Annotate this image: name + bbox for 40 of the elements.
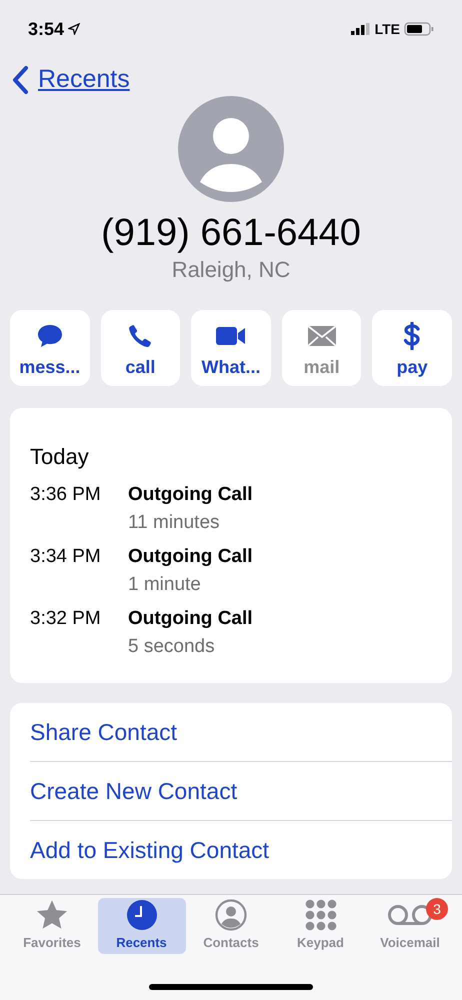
contact-option[interactable]: Share Contact [30, 703, 178, 761]
person-circle-icon [215, 898, 247, 930]
call-duration: 1 minute [128, 573, 202, 597]
location-arrow-icon [68, 23, 80, 35]
call-duration: 11 minutes [128, 511, 221, 535]
contact-option[interactable]: Add to Existing Contact [30, 821, 270, 879]
call-duration: 5 seconds [128, 635, 216, 659]
video-camera-icon [214, 324, 247, 346]
call-time: 3:34 PM [30, 545, 102, 569]
star-icon [35, 898, 69, 930]
envelope-icon [306, 324, 337, 346]
speech-bubble-icon [36, 322, 64, 348]
badge: 3 [426, 898, 448, 920]
call-type: Outgoing Call [128, 483, 253, 507]
back-link[interactable]: Recents [10, 61, 130, 99]
call-type: Outgoing Call [128, 545, 253, 569]
status-time: 3:54 [28, 18, 64, 40]
action-button[interactable]: mess... [10, 310, 90, 386]
location-label: Raleigh, NC [172, 256, 290, 284]
call-time: 3:36 PM [30, 483, 102, 507]
signal-icon [350, 23, 371, 35]
keypad-icon [304, 898, 336, 930]
call-time: 3:32 PM [30, 607, 102, 631]
tab-item[interactable]: Recents [98, 898, 186, 954]
action-button[interactable]: What... [191, 310, 271, 386]
avatar-icon [178, 96, 284, 202]
action-button[interactable]: pay [372, 310, 452, 386]
phone-number: (919) 661-6440 [101, 211, 361, 256]
call-type: Outgoing Call [128, 607, 253, 631]
clock-icon [126, 898, 158, 930]
chevron-left-icon [10, 65, 30, 95]
action-button[interactable]: call [100, 310, 180, 386]
battery-icon [404, 22, 434, 36]
dollar-icon [402, 322, 422, 350]
contact-option[interactable]: Create New Contact [30, 762, 238, 820]
network-label: LTE [374, 20, 400, 38]
tab-item[interactable]: Voicemail 3 [366, 898, 454, 954]
voicemail-icon [387, 904, 433, 926]
date-heading: Today [30, 443, 90, 471]
phone-icon [127, 322, 154, 348]
